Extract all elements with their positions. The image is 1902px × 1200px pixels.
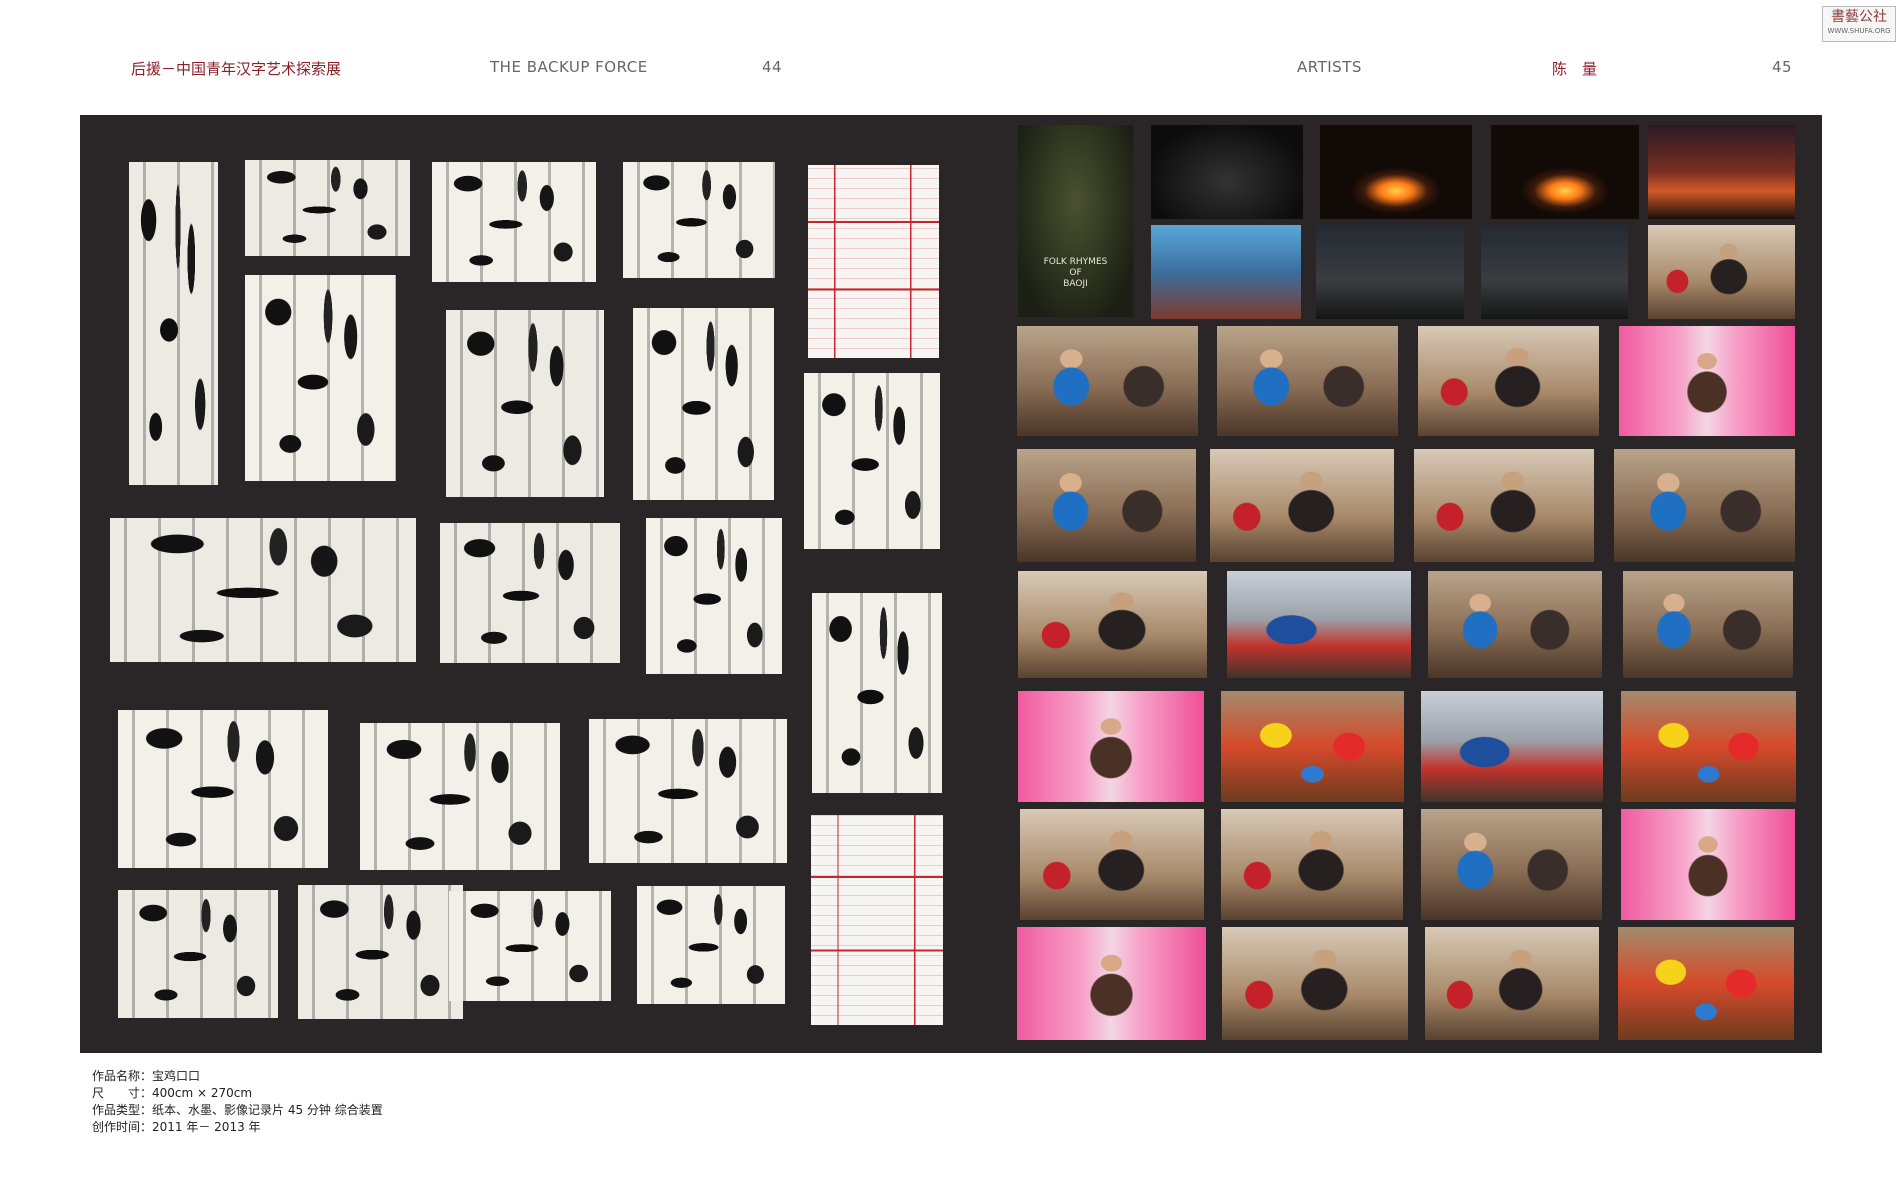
interior-still: [1222, 927, 1408, 1040]
sketch-sheet: [808, 165, 939, 358]
interior-still: [1623, 571, 1793, 678]
artwork-board: FOLK RHYMES OF BAOJI: [80, 115, 1822, 1053]
film-title-still: [1151, 125, 1303, 219]
calligraphy-sheet: [129, 162, 218, 485]
wedding-still: [1621, 809, 1795, 920]
caption-date: 创作时间：2011 年－ 2013 年: [92, 1120, 261, 1134]
interior-still: [1648, 225, 1795, 319]
festival-street-still: [1421, 691, 1603, 802]
calligraphy-sheet: [360, 723, 560, 870]
left-page-number: 44: [762, 58, 783, 76]
interior-still: [1017, 326, 1198, 436]
calligraphy-sheet: [637, 886, 785, 1004]
poster-title-line3: BAOJI: [1063, 279, 1088, 289]
interior-still: [1018, 571, 1207, 678]
documentary-poster: FOLK RHYMES OF BAOJI: [1018, 125, 1133, 317]
interior-still: [1418, 326, 1599, 436]
calligraphy-sheet: [110, 518, 416, 662]
interior-still: [1210, 449, 1394, 562]
calligraphy-sheet: [118, 890, 278, 1018]
section-label: ARTISTS: [1297, 58, 1362, 76]
night-gathering-still: [1316, 225, 1464, 319]
calligraphy-sheet: [589, 719, 787, 863]
exhibition-subtitle: THE BACKUP FORCE: [490, 58, 648, 76]
interior-still: [1017, 449, 1196, 562]
portrait-still: [1020, 809, 1204, 920]
sunset-still: [1648, 125, 1795, 219]
exhibition-title: 后援－中国青年汉字艺术探索展: [131, 60, 342, 78]
sketch-sheet: [811, 815, 943, 1025]
caption-medium: 作品类型：纸本、水墨、影像记录片 45 分钟 综合装置: [92, 1103, 383, 1117]
logo-title: 書藝公社: [1831, 9, 1887, 25]
bonfire-still: [1491, 125, 1639, 219]
calligraphy-sheet: [449, 891, 611, 1001]
wedding-still: [1018, 691, 1204, 802]
poster-title-line1: FOLK RHYMES: [1043, 257, 1108, 267]
caption-dimensions: 尺 寸：400cm × 270cm: [92, 1086, 253, 1100]
wedding-still: [1619, 326, 1795, 436]
stage-performer-still: [1151, 225, 1301, 319]
logo-url: WWW.SHUFA.ORG: [1827, 27, 1891, 35]
watermark-logo: 書藝公社 WWW.SHUFA.ORG: [1822, 6, 1896, 42]
interior-still: [1618, 927, 1794, 1040]
right-page-number: 45: [1772, 58, 1793, 76]
calligraphy-sheet: [118, 710, 328, 868]
interior-still: [1421, 809, 1602, 920]
wedding-still: [1017, 927, 1206, 1040]
calligraphy-sheet: [633, 308, 774, 500]
calligraphy-sheet: [432, 162, 596, 282]
interior-still: [1217, 326, 1398, 436]
poster-title-line2: OF: [1069, 268, 1082, 278]
portrait-still: [1425, 927, 1599, 1040]
caption-work-title: 作品名称：宝鸡口口: [92, 1069, 201, 1083]
calligraphy-sheet: [623, 162, 775, 278]
interior-still: [1221, 809, 1403, 920]
calligraphy-sheet: [646, 518, 782, 674]
interior-still: [1428, 571, 1602, 678]
calligraphy-sheet: [804, 373, 940, 549]
calligraphy-sheet: [812, 593, 942, 793]
calligraphy-sheet: [245, 275, 396, 481]
festival-still: [1621, 691, 1796, 802]
calligraphy-sheet: [446, 310, 604, 497]
portrait-still: [1414, 449, 1594, 562]
artist-name: 陈 量: [1552, 60, 1598, 78]
calligraphy-sheet: [298, 885, 463, 1019]
calligraphy-sheet: [440, 523, 620, 663]
interior-still: [1614, 449, 1795, 562]
street-gathering-still: [1227, 571, 1411, 678]
festival-still: [1221, 691, 1404, 802]
bonfire-still: [1320, 125, 1472, 219]
calligraphy-sheet: [245, 160, 410, 256]
work-caption: 作品名称：宝鸡口口 尺 寸：400cm × 270cm 作品类型：纸本、水墨、影…: [92, 1068, 383, 1136]
night-gathering-still: [1481, 225, 1628, 319]
